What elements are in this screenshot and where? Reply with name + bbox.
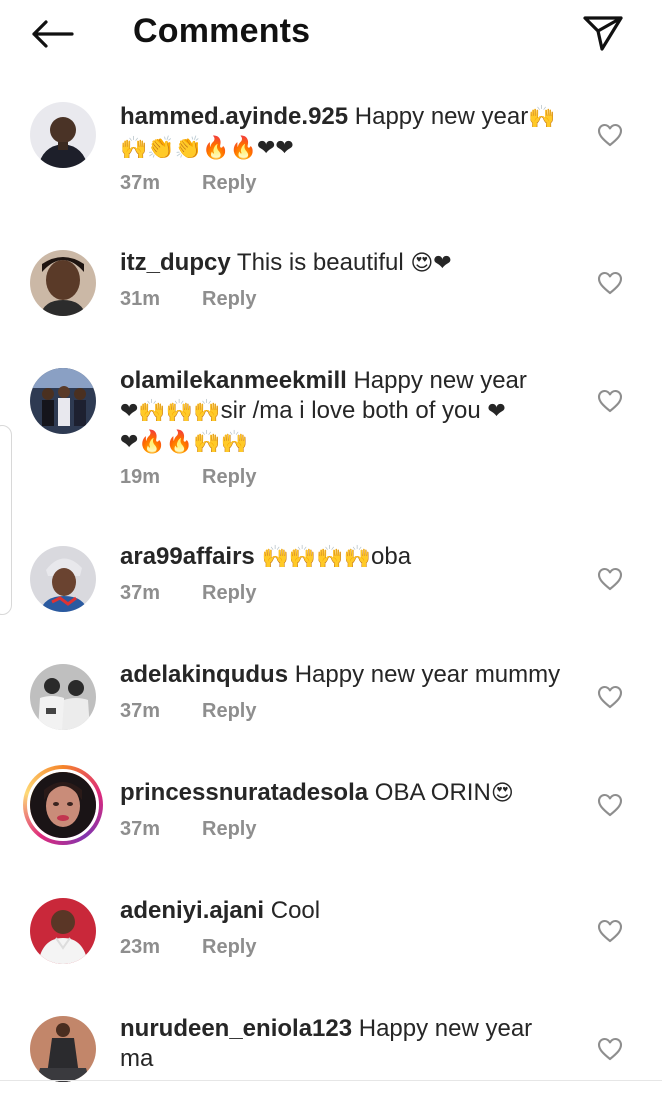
- reply-button[interactable]: Reply: [202, 288, 256, 310]
- paper-plane-icon: [583, 16, 623, 51]
- reply-button[interactable]: Reply: [202, 466, 256, 488]
- page-title: Comments: [133, 12, 311, 50]
- comment-username[interactable]: olamilekanmeekmill: [120, 367, 347, 394]
- avatar[interactable]: [30, 546, 96, 612]
- comment-timestamp: 31m: [120, 288, 161, 310]
- comment-username[interactable]: princessnuratadesola: [120, 779, 368, 806]
- avatar[interactable]: [30, 368, 96, 434]
- heart-outline-icon: [597, 1037, 623, 1061]
- comment-line: princessnuratadesola OBA ORIN😍: [120, 778, 580, 809]
- comment-text-segment: Happy new year: [358, 1015, 533, 1042]
- comment-line: 🙌👏👏🔥🔥❤❤: [120, 133, 580, 164]
- comment-meta: 31m Reply: [120, 288, 256, 311]
- emoji: 🙌: [528, 105, 556, 130]
- comment-username[interactable]: adeniyi.ajani: [120, 897, 264, 924]
- comment-text-segment: Happy new year mummy: [294, 661, 561, 688]
- comment-text-segment: OBA ORIN: [374, 779, 491, 806]
- comment-timestamp: 37m: [120, 818, 161, 840]
- emoji: 🙌🙌🙌🙌: [261, 545, 372, 570]
- comment-text-segment: Cool: [270, 897, 321, 924]
- like-comment-button[interactable]: [596, 1036, 624, 1062]
- comment-text-segment: Happy new year: [354, 103, 529, 130]
- reply-button[interactable]: Reply: [202, 818, 256, 840]
- comment-line: adelakinqudus Happy new year mummy: [120, 660, 580, 690]
- comment-body: olamilekanmeekmill Happy new year ❤🙌🙌🙌sir…: [120, 366, 580, 458]
- comment-meta: 37m Reply: [120, 700, 256, 723]
- like-comment-button[interactable]: [596, 388, 624, 414]
- like-comment-button[interactable]: [596, 918, 624, 944]
- emoji: 🙌👏👏🔥🔥❤❤: [120, 136, 294, 161]
- comment-timestamp: 37m: [120, 582, 161, 604]
- comment-meta: 23m Reply: [120, 936, 256, 959]
- comment-text-segment: oba: [371, 543, 412, 570]
- heart-outline-icon: [597, 919, 623, 943]
- side-panel-edge: [0, 425, 12, 615]
- comment-line: itz_dupcy This is beautiful 😍❤: [120, 248, 580, 279]
- reply-button[interactable]: Reply: [202, 172, 256, 194]
- comment-timestamp: 37m: [120, 700, 161, 722]
- back-button[interactable]: [26, 12, 78, 56]
- heart-outline-icon: [597, 685, 623, 709]
- comment-line: hammed.ayinde.925 Happy new year🙌: [120, 102, 580, 133]
- arrow-left-icon: [32, 20, 74, 48]
- comment-body: ara99affairs 🙌🙌🙌🙌oba: [120, 542, 580, 573]
- like-comment-button[interactable]: [596, 684, 624, 710]
- avatar[interactable]: [30, 664, 96, 730]
- like-comment-button[interactable]: [596, 566, 624, 592]
- comment-line: ❤🔥🔥🙌🙌: [120, 427, 580, 458]
- avatar[interactable]: [30, 1016, 96, 1082]
- heart-outline-icon: [597, 123, 623, 147]
- comment-body: adeniyi.ajani Cool: [120, 896, 580, 926]
- comment-text-segment: ma: [120, 1045, 154, 1072]
- header-bar: Comments: [0, 0, 662, 66]
- like-comment-button[interactable]: [596, 122, 624, 148]
- emoji: ❤: [487, 399, 506, 424]
- comment-line: nurudeen_eniola123 Happy new year: [120, 1014, 580, 1044]
- comment-line: olamilekanmeekmill Happy new year: [120, 366, 580, 396]
- emoji: 😍: [490, 781, 514, 806]
- reply-button[interactable]: Reply: [202, 936, 256, 958]
- emoji: 😍❤: [410, 251, 452, 276]
- comment-line: ma: [120, 1044, 580, 1074]
- comment-username[interactable]: itz_dupcy: [120, 249, 231, 276]
- like-comment-button[interactable]: [596, 270, 624, 296]
- avatar[interactable]: [30, 250, 96, 316]
- comment-username[interactable]: hammed.ayinde.925: [120, 103, 348, 130]
- comment-timestamp: 19m: [120, 466, 161, 488]
- comment-meta: 37m Reply: [120, 582, 256, 605]
- emoji: ❤🙌🙌🙌: [120, 399, 221, 424]
- comment-username[interactable]: ara99affairs: [120, 543, 255, 570]
- comment-body: nurudeen_eniola123 Happy new year ma: [120, 1014, 580, 1074]
- reply-button[interactable]: Reply: [202, 700, 256, 722]
- comment-body: adelakinqudus Happy new year mummy: [120, 660, 580, 690]
- comment-line: ara99affairs 🙌🙌🙌🙌oba: [120, 542, 580, 573]
- heart-outline-icon: [597, 567, 623, 591]
- divider: [0, 1080, 662, 1081]
- reply-button[interactable]: Reply: [202, 582, 256, 604]
- like-comment-button[interactable]: [596, 792, 624, 818]
- comment-meta: 19m Reply: [120, 466, 256, 489]
- comment-body: princessnuratadesola OBA ORIN😍: [120, 778, 580, 809]
- comment-line: adeniyi.ajani Cool: [120, 896, 580, 926]
- avatar[interactable]: [23, 765, 103, 845]
- avatar[interactable]: [30, 898, 96, 964]
- comment-text-segment: sir /ma i love both of you: [220, 397, 488, 424]
- emoji: ❤🔥🔥🙌🙌: [120, 430, 249, 455]
- heart-outline-icon: [597, 793, 623, 817]
- comment-text-segment: Happy new year: [353, 367, 527, 394]
- heart-outline-icon: [597, 389, 623, 413]
- comment-meta: 37m Reply: [120, 818, 256, 841]
- comment-body: itz_dupcy This is beautiful 😍❤: [120, 248, 580, 279]
- share-button[interactable]: [580, 10, 626, 56]
- comment-body: hammed.ayinde.925 Happy new year🙌 🙌👏👏🔥🔥❤❤: [120, 102, 580, 164]
- comment-username[interactable]: nurudeen_eniola123: [120, 1015, 352, 1042]
- comment-line: ❤🙌🙌🙌sir /ma i love both of you ❤: [120, 396, 580, 427]
- comment-text-segment: This is beautiful: [236, 249, 411, 276]
- comment-timestamp: 37m: [120, 172, 161, 194]
- avatar[interactable]: [30, 102, 96, 168]
- heart-outline-icon: [597, 271, 623, 295]
- comment-timestamp: 23m: [120, 936, 161, 958]
- comment-username[interactable]: adelakinqudus: [120, 661, 288, 688]
- comment-meta: 37m Reply: [120, 172, 256, 195]
